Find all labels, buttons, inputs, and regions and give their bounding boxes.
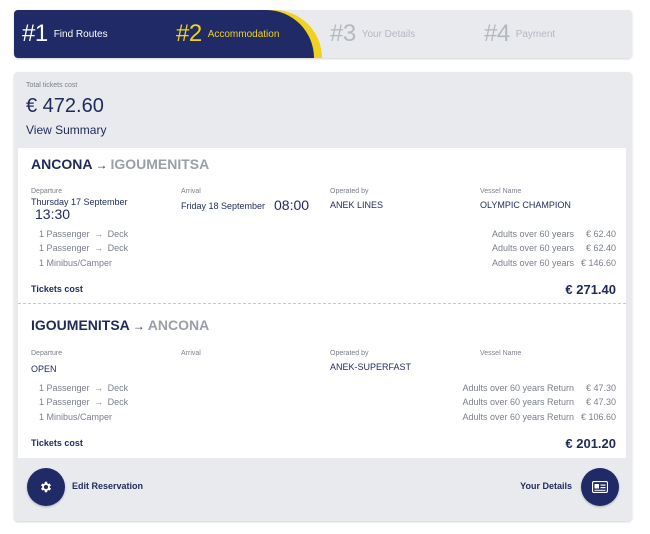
progress-steps: #1 Find Routes #2 Accommodation #3 Your … <box>14 10 632 58</box>
item-type: Deck <box>107 397 129 407</box>
vessel-name-label: Vessel Name <box>480 188 522 195</box>
operated-by-label: Operated by <box>330 350 369 357</box>
fare-type: Adults over 60 years <box>491 243 574 253</box>
route-origin: ANCONA <box>31 156 93 172</box>
route-destination: IGOUMENITSA <box>110 156 210 172</box>
fare-type: Adults over 60 years <box>491 258 574 268</box>
tickets-cost-value: € 201.20 <box>565 436 616 451</box>
item-type: Deck <box>107 229 129 239</box>
step-label: Find Routes <box>53 28 108 40</box>
fare-line: Adults over 60 years € 62.40 <box>492 229 616 239</box>
item-type: Deck <box>107 243 129 253</box>
ticket-item: 1 Passenger → Deck <box>39 229 128 239</box>
arrival-time: 08:00 <box>274 197 310 213</box>
item-type: Deck <box>107 383 129 393</box>
arrow-right-icon: → <box>94 397 104 407</box>
fare-line: Adults over 60 years Return € 106.60 <box>462 412 616 422</box>
departure-date: OPEN <box>31 364 57 374</box>
arrow-right-icon: → <box>94 243 104 253</box>
ticket-item: 1 Minibus/Camper <box>39 258 112 268</box>
step-number: #2 <box>176 20 202 47</box>
item-quantity: 1 Minibus/Camper <box>39 412 113 422</box>
departure-label: Departure <box>31 188 63 195</box>
step-find-routes[interactable]: #1 Find Routes <box>22 10 108 58</box>
step-number: #4 <box>484 20 510 47</box>
tickets-cost-label: Tickets cost <box>31 284 83 294</box>
route-destination: ANCONA <box>147 317 210 333</box>
vessel-name: OLYMPIC CHAMPION <box>480 200 571 210</box>
ticket-item: 1 Minibus/Camper <box>39 412 112 422</box>
ticket-item: 1 Passenger → Deck <box>39 383 128 393</box>
arrival-label: Arrival <box>181 350 201 357</box>
step-label: Your Details <box>361 28 416 40</box>
fare-price: € 47.30 <box>585 397 616 407</box>
route-origin: IGOUMENITSA <box>31 317 130 333</box>
arrow-right-icon: → <box>132 319 145 333</box>
vessel-name-label: Vessel Name <box>480 350 522 357</box>
step-label: Accommodation <box>207 28 280 40</box>
route-title: ANCONA → IGOUMENITSA <box>31 156 209 172</box>
fare-price: € 106.60 <box>580 412 616 422</box>
departure-time: 13:30 <box>35 206 71 222</box>
arrow-right-icon: → <box>95 158 108 172</box>
fare-type: Adults over 60 years Return <box>462 412 574 422</box>
operator-name: ANEK LINES <box>330 200 384 210</box>
step-number: #3 <box>330 20 356 47</box>
item-quantity: 1 Minibus/Camper <box>39 258 113 268</box>
item-quantity: 1 Passenger <box>39 383 90 393</box>
fare-type: Adults over 60 years <box>491 229 574 239</box>
reservation-summary-panel: Total tickets cost € 472.60 View Summary… <box>14 72 632 521</box>
your-details-label[interactable]: Your Details <box>520 481 572 491</box>
tickets-cost-value: € 271.40 <box>565 282 616 297</box>
trip-card-outbound: ANCONA → IGOUMENITSA Departure Arrival Ope… <box>18 148 626 303</box>
arrow-right-icon: → <box>94 383 104 393</box>
arrow-right-icon: → <box>94 229 104 239</box>
ticket-item: 1 Passenger → Deck <box>39 397 128 407</box>
fare-type: Adults over 60 years Return <box>462 383 574 393</box>
item-quantity: 1 Passenger <box>39 229 90 239</box>
view-summary-link[interactable]: View Summary <box>26 123 106 137</box>
route-title: IGOUMENITSA → ANCONA <box>31 317 209 333</box>
fare-price: € 62.40 <box>585 229 616 239</box>
item-quantity: 1 Passenger <box>39 397 90 407</box>
step-number: #1 <box>22 20 48 47</box>
arrival-date: Friday 18 September <box>181 201 266 211</box>
total-cost-label: Total tickets cost <box>26 82 78 89</box>
your-details-button[interactable] <box>581 468 619 506</box>
fare-line: Adults over 60 years Return € 47.30 <box>462 397 616 407</box>
arrival-label: Arrival <box>181 188 201 195</box>
edit-reservation-label[interactable]: Edit Reservation <box>72 481 143 491</box>
operated-by-label: Operated by <box>330 188 369 195</box>
ticket-item: 1 Passenger → Deck <box>39 243 128 253</box>
departure-label: Departure <box>31 350 63 357</box>
edit-reservation-button[interactable] <box>27 468 65 506</box>
trip-card-return: IGOUMENITSA → ANCONA Departure Arrival Ope… <box>18 303 626 458</box>
step-accommodation[interactable]: #2 Accommodation <box>176 10 279 58</box>
id-card-icon <box>592 481 608 493</box>
item-quantity: 1 Passenger <box>39 243 90 253</box>
fare-line: Adults over 60 years € 146.60 <box>492 258 616 268</box>
fare-price: € 146.60 <box>580 258 616 268</box>
fare-line: Adults over 60 years Return € 47.30 <box>462 383 616 393</box>
gear-icon <box>40 481 52 493</box>
fare-price: € 47.30 <box>585 383 616 393</box>
fare-line: Adults over 60 years € 62.40 <box>492 243 616 253</box>
step-label: Payment <box>515 28 556 40</box>
fare-type: Adults over 60 years Return <box>462 397 574 407</box>
operator-name: ANEK-SUPERFAST <box>330 362 412 372</box>
step-payment: #4 Payment <box>484 10 555 58</box>
tickets-cost-label: Tickets cost <box>31 438 83 448</box>
fare-price: € 62.40 <box>585 243 616 253</box>
total-cost-value: € 472.60 <box>26 95 104 117</box>
step-your-details: #3 Your Details <box>330 10 415 58</box>
